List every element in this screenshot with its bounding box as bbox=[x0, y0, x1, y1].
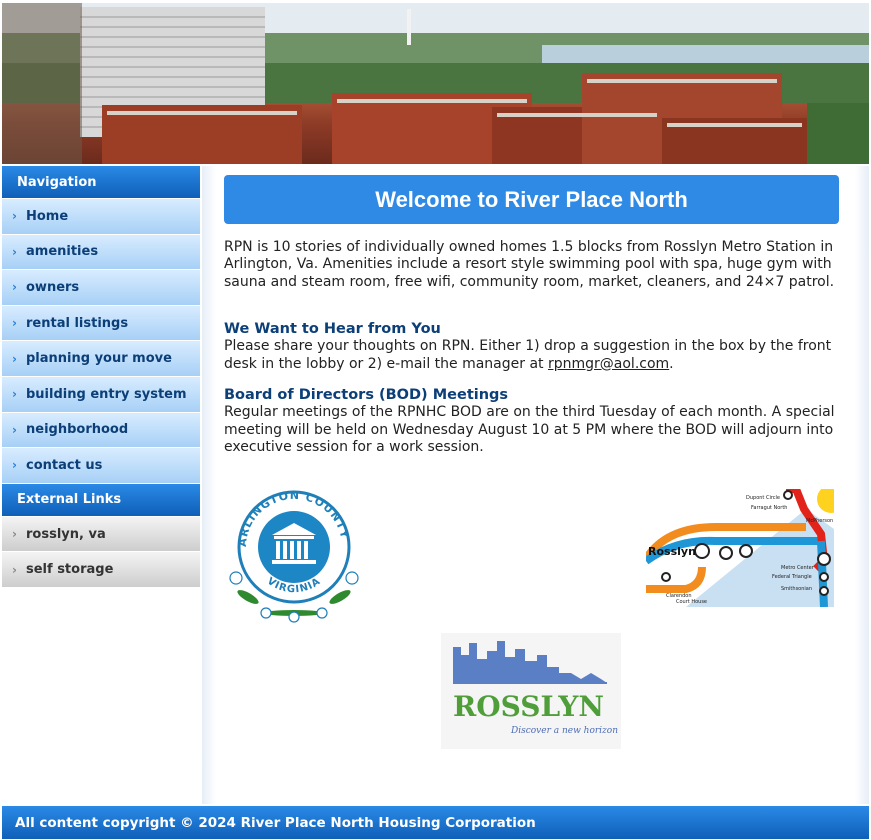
chevron-right-icon: › bbox=[12, 527, 17, 542]
bod-section: Board of Directors (BOD) Meetings Regula… bbox=[224, 387, 844, 456]
feedback-section: We Want to Hear from You Please share yo… bbox=[224, 321, 844, 373]
nav-item-building-entry-system[interactable]: › building entry system bbox=[2, 376, 200, 413]
chevron-right-icon: › bbox=[12, 387, 17, 402]
external-link-label: rosslyn, va bbox=[26, 526, 106, 542]
chevron-right-icon: › bbox=[12, 280, 17, 295]
bod-heading: Board of Directors (BOD) Meetings bbox=[224, 387, 509, 403]
metro-label: Farragut North bbox=[751, 505, 787, 511]
chevron-right-icon: › bbox=[12, 458, 17, 473]
metro-label: Smithsonian bbox=[781, 586, 812, 592]
nav-item-home[interactable]: › Home bbox=[2, 199, 200, 235]
navigation-heading: Navigation bbox=[2, 166, 200, 199]
rosslyn-wordmark: ROSSLYN bbox=[453, 690, 604, 723]
metro-label: Court House bbox=[676, 599, 707, 605]
rosslyn-logo[interactable]: ROSSLYN Discover a new horizon bbox=[441, 633, 621, 749]
nav-item-label: planning your move bbox=[26, 351, 172, 367]
nav-item-label: owners bbox=[26, 279, 80, 295]
rosslyn-tagline: Discover a new horizon bbox=[510, 726, 618, 736]
nav-item-planning-your-move[interactable]: › planning your move bbox=[2, 341, 200, 377]
external-link-label: self storage bbox=[26, 562, 114, 578]
nav-item-label: amenities bbox=[26, 244, 99, 260]
nav-item-neighborhood[interactable]: › neighborhood bbox=[2, 412, 200, 449]
nav-item-rental-listings[interactable]: › rental listings bbox=[2, 305, 200, 342]
metro-label: Federal Triangle bbox=[772, 574, 812, 580]
feedback-end: . bbox=[669, 355, 674, 372]
header-banner-image bbox=[2, 3, 869, 164]
nav-item-label: contact us bbox=[26, 457, 103, 473]
chevron-right-icon: › bbox=[12, 244, 17, 259]
metro-label-rosslyn: Rosslyn bbox=[648, 545, 696, 558]
nav-item-label: neighborhood bbox=[26, 422, 129, 438]
footer-copyright: All content copyright © 2024 River Place… bbox=[2, 806, 869, 839]
external-link-rosslyn[interactable]: › rosslyn, va bbox=[2, 516, 200, 553]
page-title: Welcome to River Place North bbox=[224, 175, 839, 224]
nav-item-label: Home bbox=[26, 208, 69, 224]
chevron-right-icon: › bbox=[12, 562, 17, 577]
metro-label: McPherson bbox=[806, 518, 833, 524]
bod-text: Regular meetings of the RPNHC BOD are on… bbox=[224, 404, 835, 455]
sidebar: Navigation › Home › amenities › owners › ren… bbox=[2, 166, 200, 588]
external-link-self-storage[interactable]: › self storage bbox=[2, 552, 200, 588]
chevron-right-icon: › bbox=[12, 209, 17, 224]
nav-item-label: rental listings bbox=[26, 315, 129, 331]
arlington-county-seal[interactable]: ARLINGTON COUNTY VIRGINIA bbox=[226, 485, 362, 625]
intro-paragraph: RPN is 10 stories of individually owned … bbox=[224, 239, 835, 290]
metro-map[interactable]: Rosslyn Dupont Circle Farragut North McP… bbox=[646, 489, 834, 607]
manager-email-link[interactable]: rpnmgr@aol.com bbox=[548, 356, 669, 372]
external-links-heading: External Links bbox=[2, 483, 200, 517]
nav-item-amenities[interactable]: › amenities bbox=[2, 234, 200, 271]
metro-label: Dupont Circle bbox=[746, 495, 780, 501]
nav-item-contact-us[interactable]: › contact us bbox=[2, 448, 200, 484]
chevron-right-icon: › bbox=[12, 422, 17, 437]
metro-label: Metro Center bbox=[781, 565, 815, 571]
nav-item-label: building entry system bbox=[26, 386, 187, 402]
chevron-right-icon: › bbox=[12, 351, 17, 366]
feedback-text: Please share your thoughts on RPN. Eithe… bbox=[224, 338, 832, 372]
chevron-right-icon: › bbox=[12, 316, 17, 331]
feedback-heading: We Want to Hear from You bbox=[224, 321, 441, 337]
nav-item-owners[interactable]: › owners bbox=[2, 270, 200, 306]
